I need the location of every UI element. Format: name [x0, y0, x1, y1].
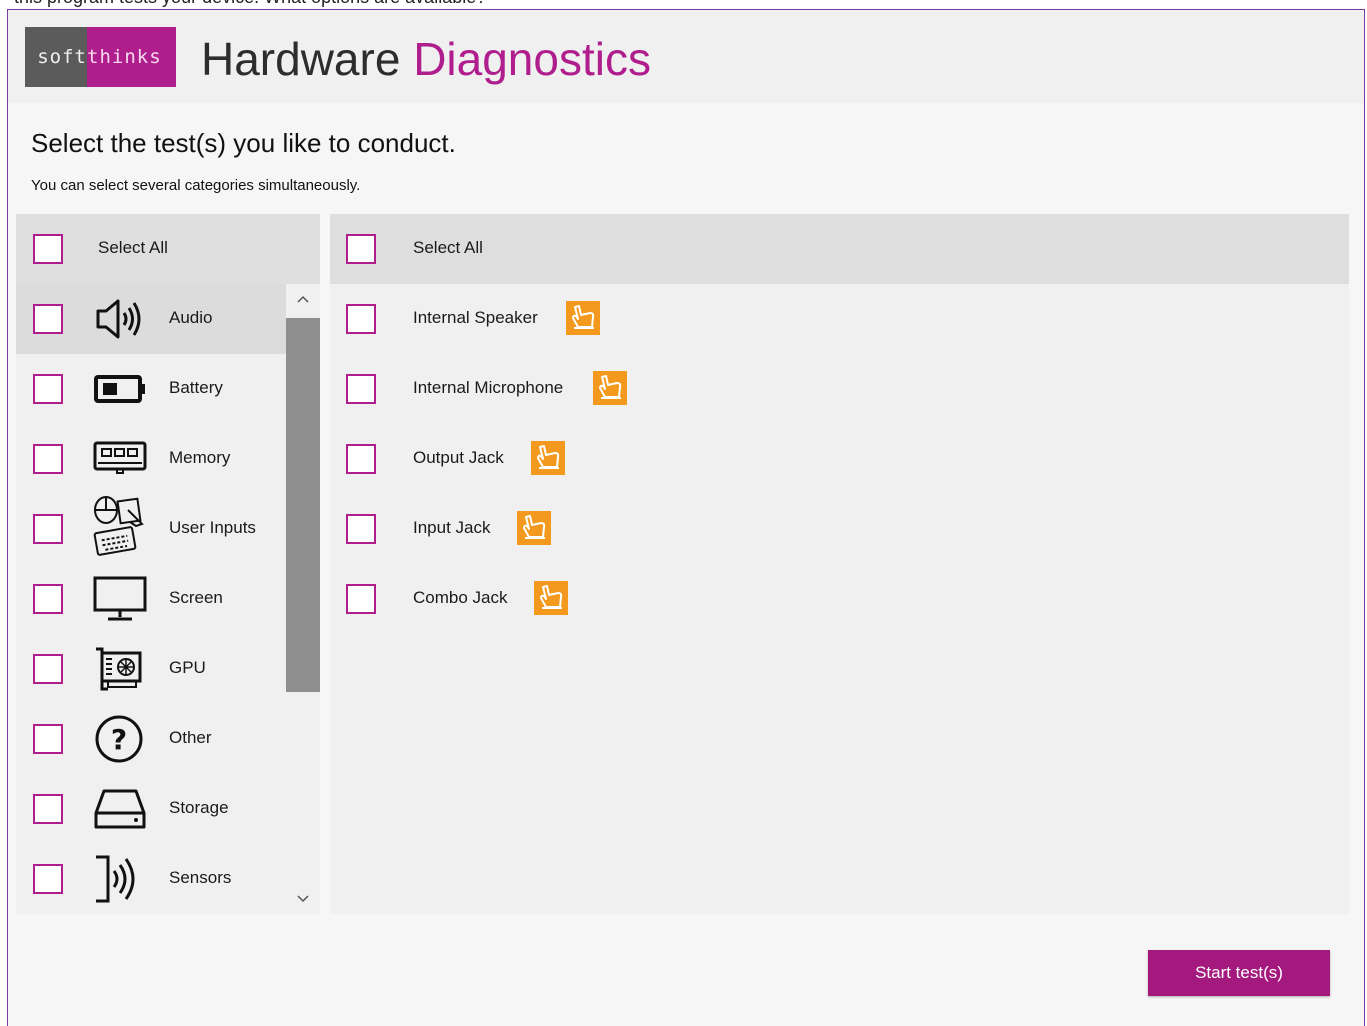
softthinks-logo: soft thinks — [25, 27, 176, 87]
category-checkbox-storage[interactable] — [33, 794, 63, 824]
scrollbar-thumb[interactable] — [286, 318, 320, 692]
user-inputs-icon — [93, 496, 144, 556]
test-label: Combo Jack — [413, 588, 508, 607]
category-label: Memory — [169, 448, 231, 467]
logo-right: thinks — [87, 27, 176, 87]
app-title-main: Hardware — [201, 33, 401, 85]
category-select-all-label: Select All — [98, 238, 168, 257]
app-title: Hardware Diagnostics — [201, 32, 651, 86]
category-checkbox-audio[interactable] — [33, 304, 63, 334]
category-label: GPU — [169, 658, 206, 677]
category-row-audio[interactable]: Audio — [16, 284, 286, 354]
category-label: Screen — [169, 588, 223, 607]
category-label: User Inputs — [169, 518, 256, 537]
test-checkbox-output-jack[interactable] — [346, 444, 376, 474]
svg-text:?: ? — [111, 723, 127, 756]
speaker-icon — [96, 299, 141, 339]
category-label: Audio — [169, 308, 213, 327]
top-strip: this program tests your device. What opt… — [0, 0, 1367, 9]
category-panel: Select All Audio Battery Memory User Inp… — [16, 214, 320, 914]
category-row-storage[interactable]: Storage — [16, 774, 286, 844]
test-checkbox-input-jack[interactable] — [346, 514, 376, 544]
start-tests-button[interactable]: Start test(s) — [1148, 950, 1330, 996]
category-label: Battery — [169, 378, 223, 397]
chevron-down-icon — [297, 895, 309, 903]
page-heading: Select the test(s) you like to conduct. — [31, 128, 456, 158]
category-row-other[interactable]: ? Other — [16, 704, 286, 774]
test-label: Output Jack — [413, 448, 504, 467]
test-row-combo-jack[interactable]: Combo Jack — [330, 564, 1349, 634]
category-checkbox-gpu[interactable] — [33, 654, 63, 684]
test-row-output-jack[interactable]: Output Jack — [330, 424, 1349, 494]
test-checkbox-internal-microphone[interactable] — [346, 374, 376, 404]
test-row-input-jack[interactable]: Input Jack — [330, 494, 1349, 564]
test-panel: Select All Internal Speaker Internal Mic… — [330, 214, 1349, 914]
test-checkbox-internal-speaker[interactable] — [346, 304, 376, 334]
test-label: Input Jack — [413, 518, 491, 537]
category-row-battery[interactable]: Battery — [16, 354, 286, 424]
hand-pointer-icon[interactable] — [531, 441, 565, 475]
category-checkbox-battery[interactable] — [33, 374, 63, 404]
question-icon: ? — [95, 715, 143, 763]
test-label: Internal Speaker — [413, 308, 538, 327]
category-scrollbar[interactable] — [286, 284, 320, 914]
test-select-all-label: Select All — [413, 238, 483, 257]
monitor-icon — [93, 576, 147, 621]
app-window: soft thinks Hardware Diagnostics Select … — [7, 9, 1365, 1026]
category-checkbox-sensors[interactable] — [33, 864, 63, 894]
test-row-internal-speaker[interactable]: Internal Speaker — [330, 284, 1349, 354]
category-row-screen[interactable]: Screen — [16, 564, 286, 634]
category-select-all-checkbox[interactable] — [33, 234, 63, 264]
app-title-accent: Diagnostics — [413, 33, 651, 85]
sensors-icon — [96, 855, 135, 903]
category-row-sensors[interactable]: Sensors — [16, 844, 286, 914]
gpu-icon — [96, 647, 142, 691]
test-label: Internal Microphone — [413, 378, 564, 397]
battery-icon — [94, 375, 145, 403]
category-select-all-row[interactable]: Select All — [16, 214, 320, 284]
test-select-all-row[interactable]: Select All — [330, 214, 1349, 284]
category-checkbox-other[interactable] — [33, 724, 63, 754]
page-subheading: You can select several categories simult… — [31, 177, 361, 194]
test-select-all-checkbox[interactable] — [346, 234, 376, 264]
test-row-internal-microphone[interactable]: Internal Microphone — [330, 354, 1349, 424]
category-checkbox-user-inputs[interactable] — [33, 514, 63, 544]
logo-left: soft — [25, 27, 87, 87]
hand-pointer-icon[interactable] — [517, 511, 551, 545]
category-checkbox-screen[interactable] — [33, 584, 63, 614]
hand-pointer-icon[interactable] — [566, 301, 600, 335]
memory-icon — [93, 441, 147, 474]
chevron-up-icon — [297, 295, 309, 303]
category-label: Other — [169, 728, 212, 747]
category-label: Sensors — [169, 868, 232, 887]
test-checkbox-combo-jack[interactable] — [346, 584, 376, 614]
storage-icon — [94, 789, 146, 829]
category-row-gpu[interactable]: GPU — [16, 634, 286, 704]
scroll-up-button[interactable] — [286, 284, 320, 314]
scroll-down-button[interactable] — [286, 884, 320, 914]
category-row-memory[interactable]: Memory — [16, 424, 286, 494]
hand-pointer-icon[interactable] — [534, 581, 568, 615]
hand-pointer-icon[interactable] — [593, 371, 627, 405]
header: soft thinks Hardware Diagnostics — [8, 10, 1364, 103]
category-row-user-inputs[interactable]: User Inputs — [16, 494, 286, 564]
top-strip-text: this program tests your device. What opt… — [14, 0, 486, 8]
category-label: Storage — [169, 798, 229, 817]
category-checkbox-memory[interactable] — [33, 444, 63, 474]
